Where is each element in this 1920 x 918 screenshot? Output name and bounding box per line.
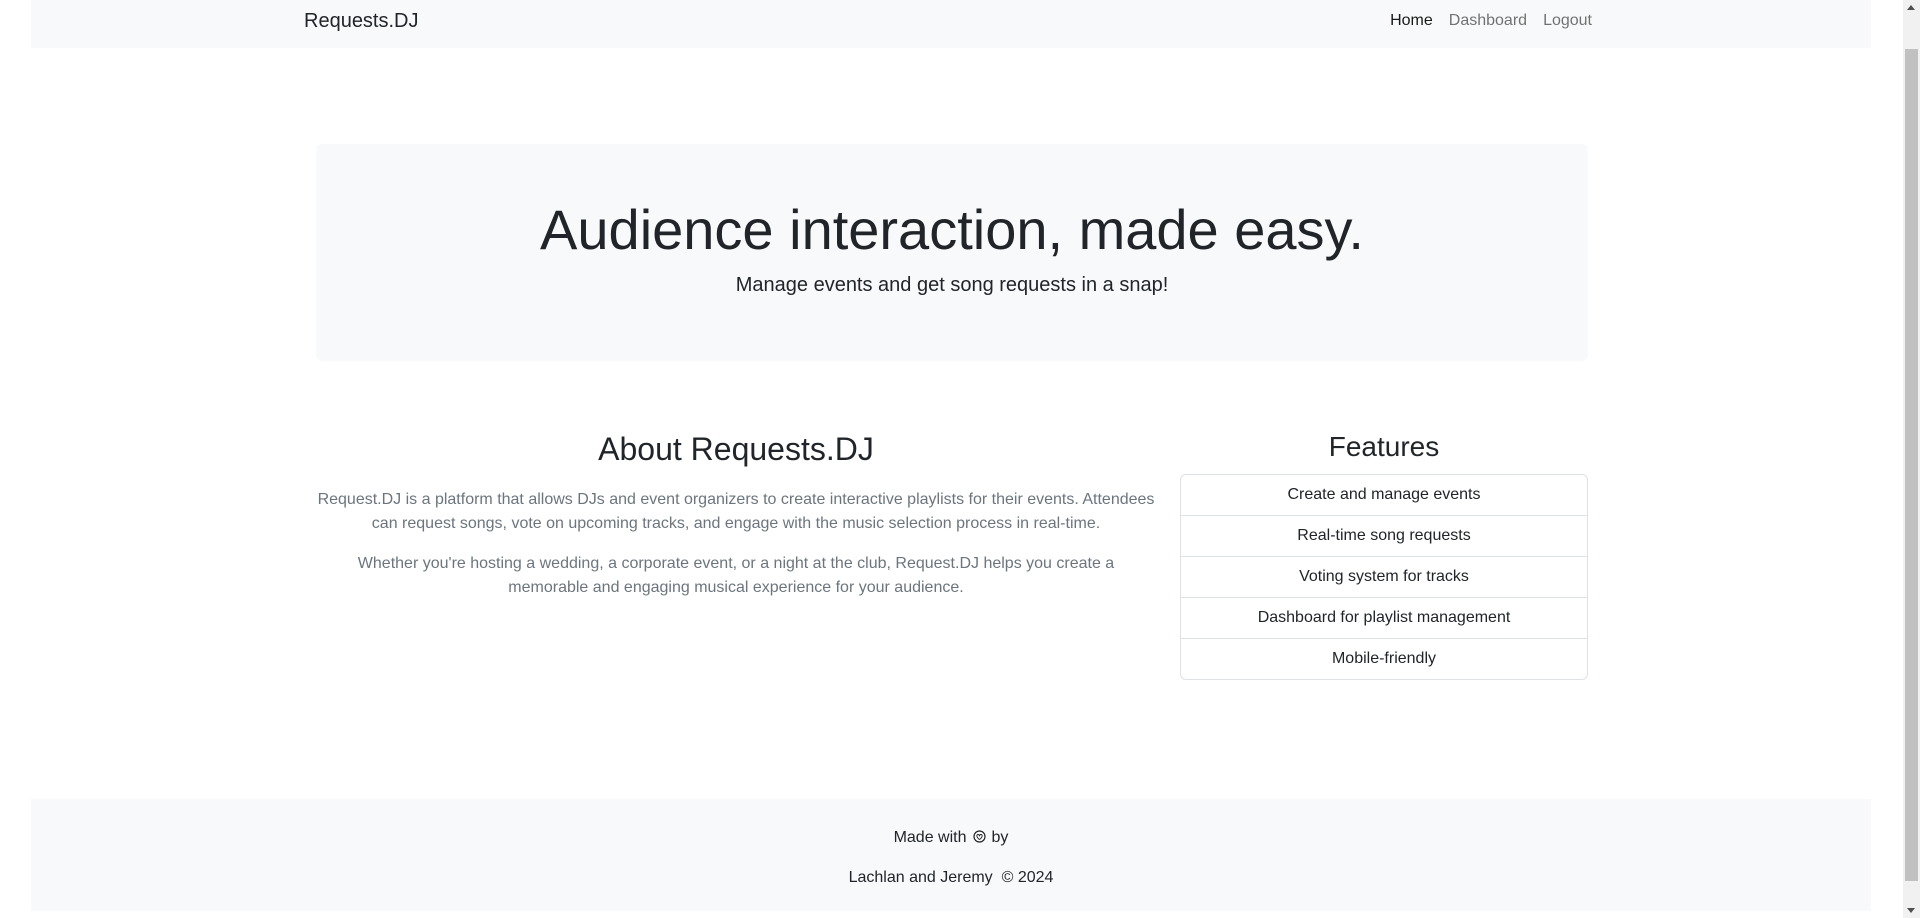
about-section: About Requests.DJ Request.DJ is a platfo… [316,430,1156,616]
page: Requests.DJ Home Dashboard Logout Audien… [31,0,1871,918]
scrollbar-thumb[interactable] [1905,49,1918,881]
footer-authors: Lachlan and Jeremy [848,869,993,886]
scroll-down-arrow-icon[interactable] [1907,908,1915,913]
feature-item: Create and manage events [1287,485,1481,503]
heart-icon [972,829,986,845]
hero-subtitle: Manage events and get song requests in a… [735,274,1169,296]
features-title: Features [1328,431,1440,462]
footer-credits: Lachlan and Jeremy © 2024 [31,869,1871,887]
navbar-brand[interactable]: Requests.DJ [304,10,419,33]
nav-link-logout[interactable]: Logout [1543,12,1592,30]
footer-made-with: Made with by [31,829,1871,847]
navbar: Requests.DJ Home Dashboard Logout [31,0,1871,48]
about-paragraph: Whether you're hosting a wedding, a corp… [357,555,1115,597]
feature-item: Voting system for tracks [1181,555,1587,597]
nav-link-dashboard[interactable]: Dashboard [1449,12,1527,30]
about-title: About Requests.DJ [598,431,874,467]
features-section: Features Create and manage events Real-t… [1180,430,1588,680]
vertical-scrollbar[interactable] [1903,0,1920,918]
hero-title: Audience interaction, made easy. [540,198,1364,261]
about-paragraph: Request.DJ is a platform that allows DJs… [317,491,1155,533]
feature-item: Mobile-friendly [1181,637,1587,679]
footer-copyright: © 2024 [1001,869,1054,886]
nav-link-home[interactable]: Home [1390,12,1433,30]
feature-item: Dashboard for playlist management [1181,596,1587,638]
footer: Made with by Lachlan and Jeremy © 2024 [31,799,1871,911]
footer-made-with-text: Made with [893,829,967,846]
hero-jumbotron: Audience interaction, made easy. Manage … [316,144,1588,361]
features-list: Create and manage events Real-time song … [1180,473,1588,680]
scroll-up-arrow-icon[interactable] [1907,5,1915,10]
footer-by-text: by [991,829,1009,846]
navbar-links: Home Dashboard Logout [1390,12,1592,30]
feature-item: Real-time song requests [1181,514,1587,556]
